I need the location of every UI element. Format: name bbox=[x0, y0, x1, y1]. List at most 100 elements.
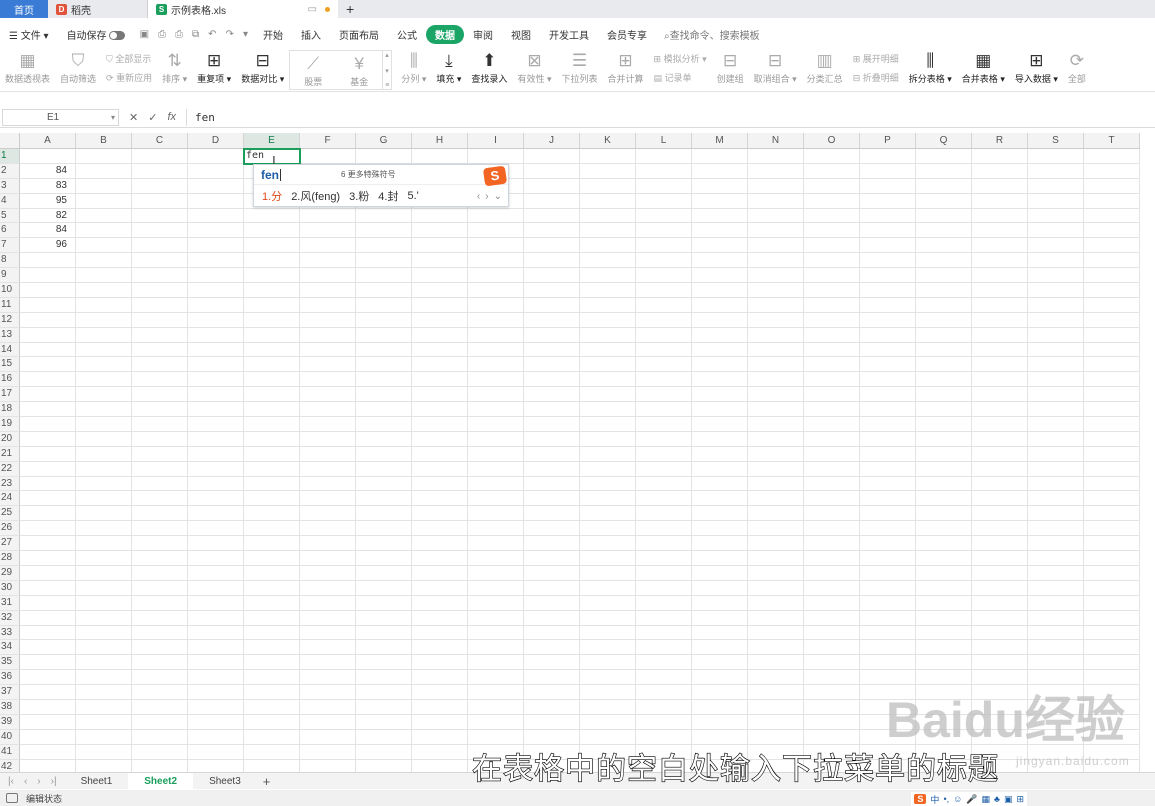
cell[interactable] bbox=[748, 238, 804, 254]
row-header[interactable]: 15 bbox=[0, 357, 20, 373]
cell[interactable] bbox=[468, 208, 524, 224]
cell[interactable] bbox=[860, 342, 916, 358]
cell[interactable] bbox=[972, 372, 1028, 388]
cell[interactable] bbox=[524, 223, 580, 239]
cell[interactable] bbox=[860, 327, 916, 343]
menu-tab-data[interactable]: 数据 bbox=[425, 24, 464, 44]
cell[interactable] bbox=[188, 640, 244, 656]
cell[interactable] bbox=[356, 387, 412, 403]
cell[interactable] bbox=[636, 551, 692, 566]
cell[interactable] bbox=[692, 417, 748, 432]
cell-a[interactable] bbox=[20, 685, 76, 700]
cell[interactable] bbox=[804, 580, 860, 596]
cell[interactable] bbox=[188, 670, 244, 686]
last-sheet-icon[interactable]: ›| bbox=[51, 776, 57, 787]
name-box[interactable]: E1 bbox=[2, 109, 119, 126]
cell[interactable] bbox=[524, 580, 580, 596]
cell[interactable] bbox=[580, 521, 636, 537]
cell[interactable] bbox=[300, 685, 356, 700]
sheet-tab[interactable]: Sheet1 bbox=[65, 773, 129, 790]
cell-a[interactable] bbox=[20, 580, 76, 596]
cell-a[interactable] bbox=[20, 714, 76, 730]
cell[interactable] bbox=[580, 506, 636, 522]
cell[interactable] bbox=[412, 342, 468, 358]
cell[interactable] bbox=[412, 551, 468, 566]
cell-a[interactable] bbox=[20, 431, 76, 447]
cell[interactable] bbox=[916, 387, 972, 403]
cell[interactable] bbox=[692, 283, 748, 298]
cell[interactable] bbox=[412, 580, 468, 596]
cell[interactable] bbox=[412, 431, 468, 447]
cell[interactable] bbox=[972, 208, 1028, 224]
cell[interactable] bbox=[1028, 506, 1084, 522]
cell[interactable] bbox=[860, 446, 916, 462]
cell[interactable] bbox=[188, 223, 244, 239]
cell[interactable] bbox=[76, 149, 132, 164]
cell[interactable] bbox=[916, 402, 972, 418]
cell[interactable] bbox=[244, 610, 300, 626]
cell[interactable] bbox=[188, 342, 244, 358]
cell[interactable] bbox=[916, 208, 972, 224]
cell[interactable] bbox=[188, 238, 244, 254]
cell[interactable] bbox=[1084, 521, 1140, 537]
cell[interactable] bbox=[356, 699, 412, 715]
cell[interactable] bbox=[916, 178, 972, 194]
cell[interactable] bbox=[580, 446, 636, 462]
cell[interactable] bbox=[1028, 521, 1084, 537]
cell[interactable] bbox=[244, 655, 300, 671]
cell[interactable] bbox=[468, 536, 524, 552]
cell[interactable] bbox=[860, 625, 916, 641]
cell[interactable] bbox=[804, 461, 860, 477]
cell[interactable] bbox=[860, 551, 916, 566]
cell[interactable] bbox=[636, 178, 692, 194]
function-icon[interactable]: fx bbox=[167, 111, 176, 124]
row-header[interactable]: 17 bbox=[0, 387, 20, 403]
cell[interactable] bbox=[748, 476, 804, 492]
cell[interactable] bbox=[860, 655, 916, 671]
cell[interactable] bbox=[76, 491, 132, 507]
cell[interactable] bbox=[692, 163, 748, 179]
cell[interactable] bbox=[524, 595, 580, 611]
cell[interactable] bbox=[860, 149, 916, 164]
cell-a[interactable] bbox=[20, 506, 76, 522]
cell-a[interactable] bbox=[20, 655, 76, 671]
cell[interactable] bbox=[916, 476, 972, 492]
cell[interactable] bbox=[804, 625, 860, 641]
cell-a[interactable]: 96 bbox=[20, 238, 76, 254]
cell[interactable] bbox=[524, 357, 580, 373]
row-header[interactable]: 37 bbox=[0, 685, 20, 700]
consolidate-button[interactable]: ⊞ 合并计算 bbox=[603, 48, 649, 87]
cell[interactable] bbox=[244, 506, 300, 522]
cell[interactable] bbox=[580, 342, 636, 358]
cell[interactable] bbox=[132, 595, 188, 611]
cell[interactable] bbox=[524, 253, 580, 269]
cell[interactable] bbox=[748, 327, 804, 343]
cell[interactable] bbox=[412, 670, 468, 686]
cell[interactable] bbox=[524, 342, 580, 358]
cell[interactable] bbox=[132, 565, 188, 581]
split-table-button[interactable]: ⫼ 拆分表格 ▾ bbox=[904, 48, 957, 87]
cell[interactable] bbox=[692, 551, 748, 566]
cell[interactable] bbox=[300, 744, 356, 760]
cell[interactable] bbox=[244, 670, 300, 686]
row-header[interactable]: 24 bbox=[0, 491, 20, 507]
cell[interactable] bbox=[76, 536, 132, 552]
cell[interactable] bbox=[300, 536, 356, 552]
cell[interactable] bbox=[76, 521, 132, 537]
cell[interactable] bbox=[132, 163, 188, 179]
cell[interactable] bbox=[412, 699, 468, 715]
cell[interactable] bbox=[468, 283, 524, 298]
cell[interactable] bbox=[300, 565, 356, 581]
cell-a[interactable] bbox=[20, 387, 76, 403]
cell[interactable] bbox=[692, 431, 748, 447]
cell[interactable] bbox=[412, 565, 468, 581]
add-sheet-icon[interactable]: + bbox=[257, 774, 277, 789]
cell[interactable] bbox=[916, 640, 972, 656]
cell[interactable] bbox=[76, 253, 132, 269]
cell[interactable] bbox=[1028, 163, 1084, 179]
cell[interactable] bbox=[356, 551, 412, 566]
cell[interactable] bbox=[580, 149, 636, 164]
cell[interactable] bbox=[636, 640, 692, 656]
cell[interactable] bbox=[300, 297, 356, 313]
cell[interactable] bbox=[860, 402, 916, 418]
